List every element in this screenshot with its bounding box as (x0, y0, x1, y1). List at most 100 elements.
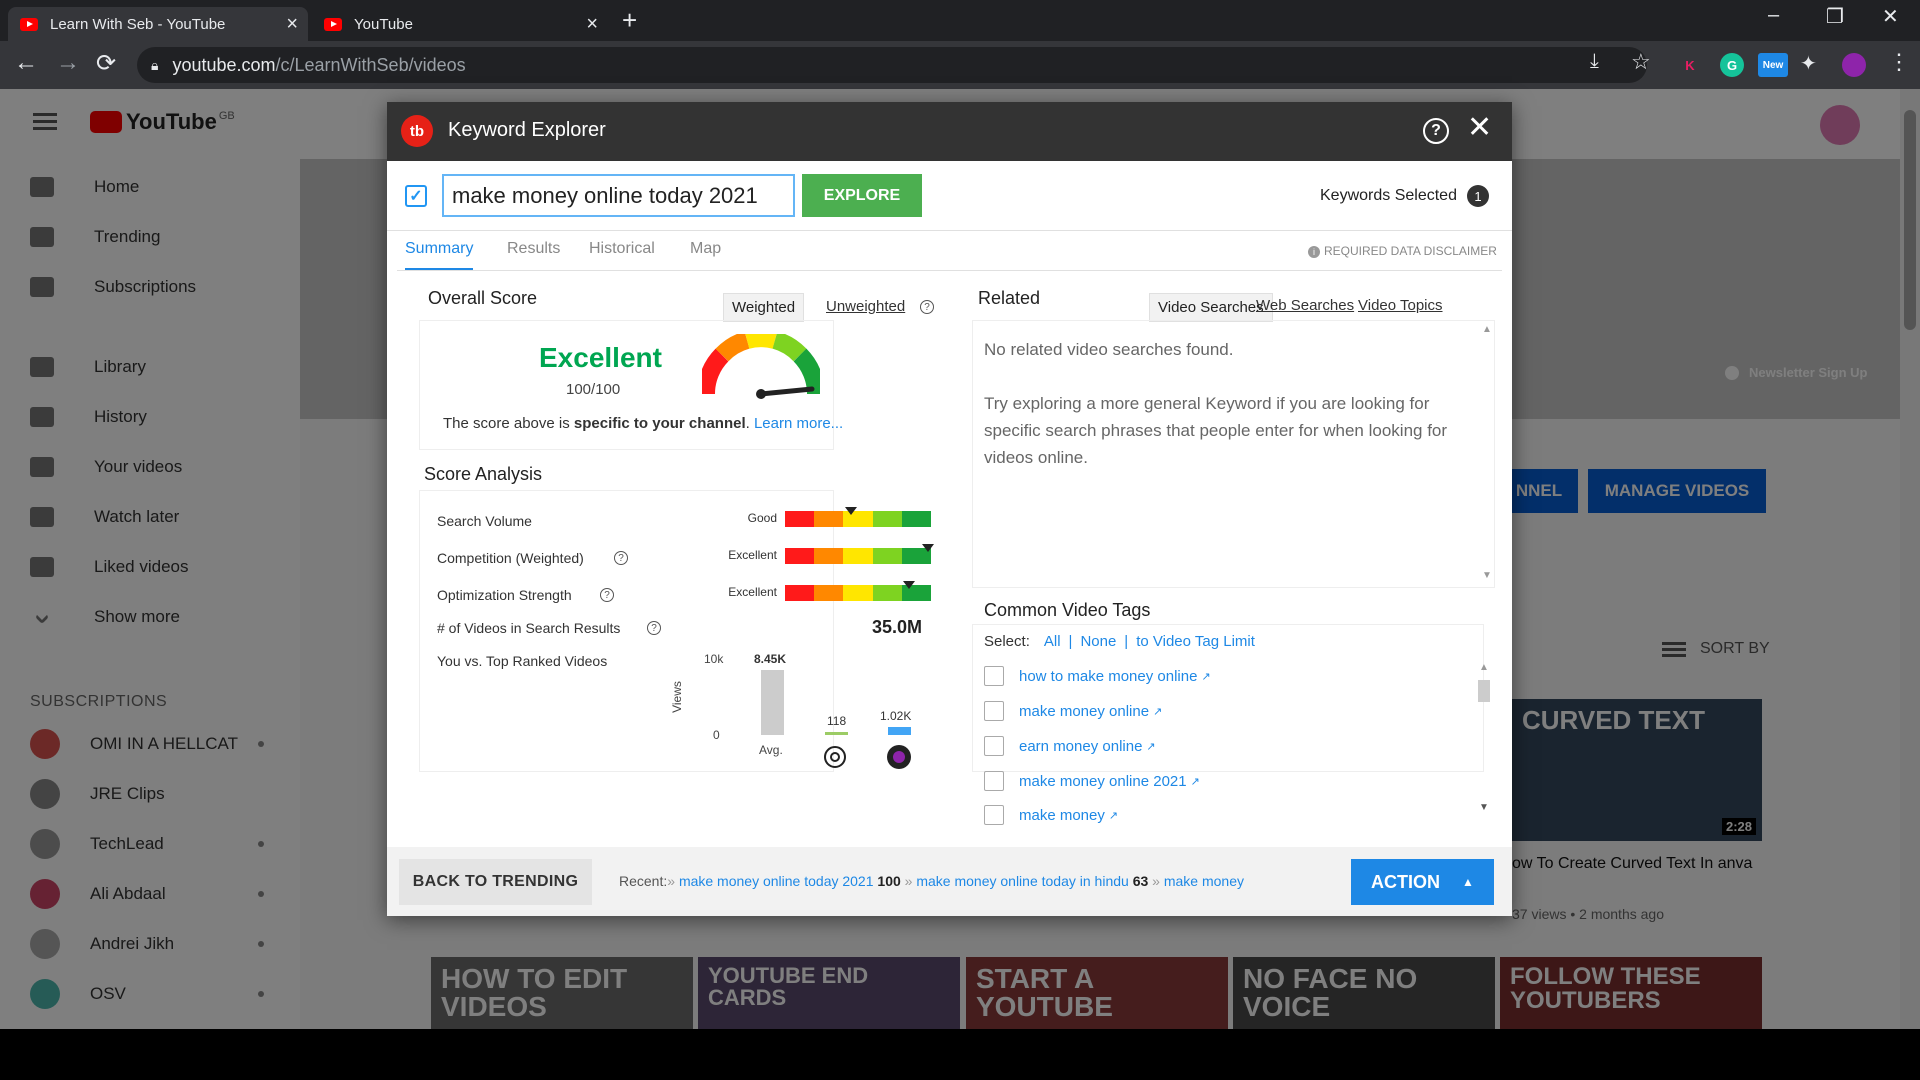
tab-map[interactable]: Map (690, 240, 721, 268)
window-close-icon[interactable]: ✕ (1882, 4, 1899, 29)
recent-label: Recent: (619, 873, 668, 889)
scroll-down-icon[interactable]: ▼ (1482, 570, 1492, 581)
gauge-segment (772, 334, 807, 362)
info-icon: i (1308, 246, 1320, 258)
scroll-down-icon[interactable]: ▼ (1479, 802, 1489, 813)
data-disclaimer[interactable]: i REQUIRED DATA DISCLAIMER (1308, 244, 1497, 258)
gauge-segment (715, 334, 750, 362)
related-empty-text: No related video searches found. (984, 340, 1234, 359)
tag-link[interactable]: how to make money online (1019, 668, 1197, 685)
explore-button[interactable]: EXPLORE (802, 174, 922, 217)
avg-label: Avg. (759, 743, 783, 757)
omnibox[interactable]: 🔒︎ youtube.com/c/LearnWithSeb/videos (137, 47, 1647, 83)
tag-row[interactable]: make money ↗ (984, 805, 1118, 825)
common-tags-title: Common Video Tags (984, 600, 1151, 620)
disclaimer-label: REQUIRED DATA DISCLAIMER (1324, 244, 1497, 258)
metric-label-text: Optimization Strength (437, 587, 572, 603)
recent-keyword-link[interactable]: make money online today in hindu (916, 873, 1128, 889)
minimize-icon[interactable]: – (1768, 4, 1779, 27)
tab-video-topics[interactable]: Video Topics (1358, 297, 1443, 314)
back-icon[interactable]: ← (14, 49, 38, 77)
note-text: The score above is (443, 415, 574, 432)
tab-close-icon[interactable]: × (586, 13, 598, 36)
browser-tab-active[interactable]: Learn With Seb - YouTube × (8, 7, 308, 41)
learn-more-link[interactable]: Learn more... (754, 415, 843, 432)
external-link-icon[interactable]: ↗ (1109, 809, 1118, 822)
metric-label-search-volume: Search Volume (437, 513, 532, 529)
select-none-link[interactable]: None (1080, 633, 1116, 650)
bookmark-star-icon[interactable]: ☆ (1631, 49, 1651, 75)
extension-new-icon[interactable]: New (1758, 53, 1788, 77)
modal-header: tb Keyword Explorer ? ✕ (387, 102, 1512, 161)
help-icon[interactable]: ? (920, 300, 934, 314)
tag-row[interactable]: make money online ↗ (984, 701, 1162, 721)
external-link-icon[interactable]: ↗ (1201, 670, 1210, 683)
action-button[interactable]: ACTION ▲ (1351, 859, 1494, 905)
chrome-menu-icon[interactable]: ⋮ (1888, 49, 1910, 75)
views-value-keyword: 118 (827, 714, 847, 728)
keywords-selected-count[interactable]: 1 (1467, 185, 1489, 207)
external-link-icon[interactable]: ↗ (1191, 775, 1200, 788)
unweighted-toggle[interactable]: Unweighted (826, 298, 905, 315)
tab-historical[interactable]: Historical (589, 240, 655, 268)
axis-title: Views (669, 681, 684, 713)
tag-row[interactable]: how to make money online ↗ (984, 666, 1211, 686)
select-all-link[interactable]: All (1044, 633, 1061, 650)
tag-link[interactable]: make money (1019, 807, 1105, 824)
extensions-puzzle-icon[interactable]: ✦ (1800, 51, 1817, 76)
weighted-toggle[interactable]: Weighted (723, 293, 805, 322)
tags-scrollbar-thumb[interactable] (1478, 680, 1490, 702)
modal-title: Keyword Explorer (448, 119, 606, 141)
tab-video-searches[interactable]: Video Searches (1149, 293, 1273, 322)
gauge-needle (758, 386, 815, 397)
external-link-icon[interactable]: ↗ (1153, 705, 1162, 718)
tag-checkbox[interactable] (984, 666, 1004, 686)
tag-checkbox[interactable] (984, 771, 1004, 791)
tag-link[interactable]: make money online (1019, 703, 1149, 720)
metric-label-competition: Competition (Weighted) (437, 550, 584, 566)
tab-summary[interactable]: Summary (405, 240, 474, 270)
install-icon[interactable]: ⤓ (1590, 50, 1599, 73)
tag-row[interactable]: earn money online ↗ (984, 736, 1156, 756)
tag-checkbox[interactable] (984, 805, 1004, 825)
grammarly-icon[interactable]: G (1720, 53, 1744, 77)
tab-web-searches[interactable]: Web Searches (1256, 297, 1354, 314)
tab-results[interactable]: Results (507, 240, 560, 268)
keyword-checkbox[interactable]: ✓ (405, 185, 427, 207)
metric-rating: Good (747, 511, 777, 525)
tag-link[interactable]: earn money online (1019, 738, 1142, 755)
back-to-trending-button[interactable]: BACK TO TRENDING (399, 859, 592, 905)
search-volume-pointer (844, 507, 857, 515)
browser-tab[interactable]: YouTube × (312, 7, 608, 41)
competition-pointer (922, 544, 935, 552)
reload-icon[interactable]: ⟳ (96, 49, 116, 78)
tag-checkbox[interactable] (984, 701, 1004, 721)
scroll-up-icon[interactable]: ▲ (1482, 324, 1492, 335)
close-icon[interactable]: ✕ (1467, 113, 1492, 143)
select-limit-link[interactable]: to Video Tag Limit (1136, 633, 1255, 650)
tag-select-row: Select: All | None | to Video Tag Limit (984, 633, 1255, 650)
recent-keyword-link[interactable]: make money online today 2021 (679, 873, 874, 889)
url-host: youtube.com (172, 54, 276, 75)
help-icon[interactable]: ? (1423, 118, 1449, 144)
help-icon[interactable]: ? (647, 621, 661, 635)
profile-avatar[interactable] (1842, 53, 1866, 77)
external-link-icon[interactable]: ↗ (1146, 740, 1155, 753)
score-value: 100/100 (566, 381, 621, 398)
views-bar-channel (888, 727, 911, 735)
scroll-up-icon[interactable]: ▲ (1479, 662, 1489, 673)
tag-checkbox[interactable] (984, 736, 1004, 756)
forward-icon[interactable]: → (56, 49, 80, 77)
help-icon[interactable]: ? (600, 588, 614, 602)
tag-row[interactable]: make money online 2021 ↗ (984, 771, 1200, 791)
tab-close-icon[interactable]: × (286, 13, 298, 36)
new-tab-icon[interactable]: + (622, 5, 637, 36)
restore-icon[interactable]: ❐ (1826, 4, 1844, 29)
extension-k-icon[interactable]: K (1678, 53, 1702, 77)
recent-score: 100 (877, 873, 901, 889)
recent-keyword-link[interactable]: make money (1164, 873, 1244, 889)
help-icon[interactable]: ? (614, 551, 628, 565)
related-hint-text: Try exploring a more general Keyword if … (984, 394, 1448, 467)
keyword-input[interactable] (442, 174, 795, 217)
tag-link[interactable]: make money online 2021 (1019, 773, 1187, 790)
